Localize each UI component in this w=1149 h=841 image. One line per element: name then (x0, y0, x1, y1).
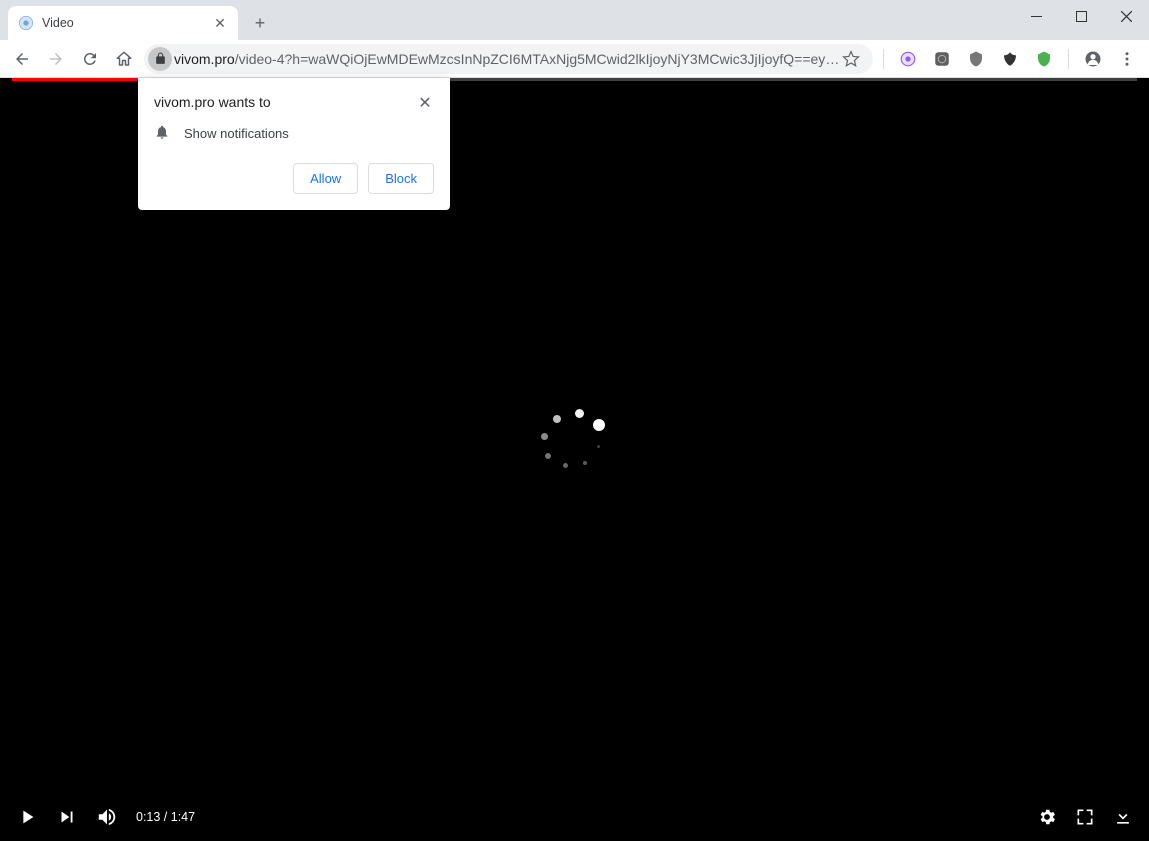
back-button[interactable] (8, 45, 36, 73)
next-button[interactable] (56, 806, 78, 828)
allow-button[interactable]: Allow (293, 163, 358, 194)
site-info-button[interactable] (148, 47, 172, 71)
play-icon (16, 806, 38, 828)
download-icon (1113, 807, 1133, 827)
bell-icon (154, 124, 170, 143)
volume-button[interactable] (96, 806, 118, 828)
gear-icon (1037, 807, 1057, 827)
tab-title: Video (42, 16, 212, 30)
volume-icon (96, 806, 118, 828)
url-domain: vivom.pro (174, 51, 235, 67)
block-button[interactable]: Block (368, 163, 434, 194)
forward-button[interactable] (42, 45, 70, 73)
url-path: /video-4?h=waWQiOjEwMDEwMzcsInNpZCI6MTAx… (235, 51, 841, 67)
toolbar-separator (1068, 49, 1069, 69)
fullscreen-button[interactable] (1075, 807, 1095, 827)
play-button[interactable] (16, 806, 38, 828)
bookmark-button[interactable] (841, 50, 861, 68)
loading-spinner-icon (535, 405, 615, 485)
fullscreen-icon (1075, 807, 1095, 827)
window-controls (1014, 0, 1149, 32)
extension-icon-4[interactable] (996, 45, 1024, 73)
browser-toolbar: vivom.pro /video-4?h=waWQiOjEwMDEwMzcsIn… (0, 40, 1149, 78)
close-window-button[interactable] (1104, 0, 1149, 32)
lock-icon (154, 52, 167, 65)
toolbar-separator (883, 49, 884, 69)
tab-favicon-icon (18, 15, 34, 31)
next-icon (56, 806, 78, 828)
reload-button[interactable] (76, 45, 104, 73)
permission-text: Show notifications (184, 126, 289, 141)
new-tab-button[interactable]: + (246, 9, 274, 37)
extension-icon-2[interactable] (928, 45, 956, 73)
avatar-icon (1084, 50, 1102, 68)
extension-icon-3[interactable] (962, 45, 990, 73)
menu-button[interactable] (1113, 45, 1141, 73)
video-time: 0:13 / 1:47 (136, 810, 195, 824)
permission-title: vivom.pro wants to (154, 94, 271, 110)
browser-tab[interactable]: Video ✕ (8, 6, 238, 40)
settings-button[interactable] (1037, 807, 1057, 827)
profile-button[interactable] (1079, 45, 1107, 73)
home-button[interactable] (110, 45, 138, 73)
maximize-button[interactable] (1059, 0, 1104, 32)
minimize-button[interactable] (1014, 0, 1059, 32)
permission-close-button[interactable]: ✕ (416, 94, 434, 112)
close-tab-icon[interactable]: ✕ (212, 15, 228, 31)
star-icon (842, 50, 860, 68)
video-controls: 0:13 / 1:47 (0, 793, 1149, 841)
notification-permission-dialog: vivom.pro wants to ✕ Show notifications … (138, 78, 450, 210)
download-button[interactable] (1113, 807, 1133, 827)
extension-icon-1[interactable] (894, 45, 922, 73)
tab-strip: Video ✕ + (0, 0, 1149, 40)
address-bar[interactable]: vivom.pro /video-4?h=waWQiOjEwMDEwMzcsIn… (144, 44, 873, 74)
kebab-icon (1118, 50, 1136, 68)
extension-icon-5[interactable] (1030, 45, 1058, 73)
